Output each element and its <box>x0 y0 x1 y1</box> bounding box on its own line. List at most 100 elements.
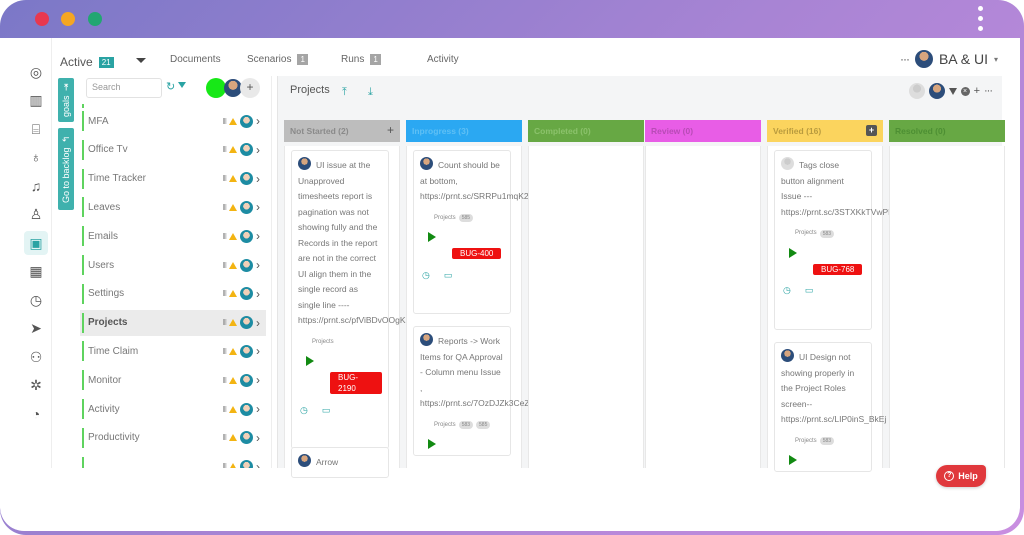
add-card-icon[interactable]: + <box>387 123 394 137</box>
project-list-item[interactable]: MFA III › <box>80 108 266 134</box>
target-icon[interactable]: ◎ <box>24 60 48 84</box>
help-button[interactable]: ? Help <box>936 465 986 487</box>
project-list-item[interactable]: Settings III › <box>80 281 266 307</box>
column-header[interactable]: Not Started (2) + <box>284 120 400 142</box>
tag-pill: 585 <box>476 421 491 430</box>
bug-id-badge[interactable]: BUG-400 <box>452 248 502 259</box>
go-to-backlog-button[interactable]: Go to backlog ↰ <box>58 128 74 210</box>
goals-button[interactable]: goals ⇥ <box>58 78 74 122</box>
project-list-item[interactable]: Users III › <box>80 252 266 278</box>
project-list-item[interactable]: Time Tracker III › <box>80 166 266 192</box>
task-card[interactable]: UI issue at the Unapproved timesheets re… <box>291 150 411 449</box>
add-card-icon[interactable]: + <box>866 125 877 136</box>
project-list-item[interactable]: Leaves III › <box>80 194 266 220</box>
chevron-right-icon[interactable]: › <box>256 258 260 272</box>
column-header[interactable]: Completed (0) <box>528 120 644 142</box>
settings-gear-icon[interactable]: ✲ <box>24 373 48 397</box>
filter-icon[interactable] <box>948 87 957 95</box>
clock-icon[interactable]: ◷ <box>783 283 791 299</box>
alarm-bell-icon[interactable]: ♫ <box>24 174 48 198</box>
task-card[interactable]: Reports -> Work Items for QA Approval - … <box>413 326 534 456</box>
column-header[interactable]: Resolved (0) <box>889 120 1005 142</box>
play-icon[interactable] <box>428 232 436 242</box>
task-card[interactable]: Tags close button alignment Issue --- ht… <box>774 150 897 330</box>
project-name: Activity <box>88 403 120 415</box>
kebab-vertical-icon[interactable] <box>978 6 984 31</box>
bug-id-badge[interactable]: BUG-768 <box>813 263 863 275</box>
idea-bulb-icon[interactable]: ♁ <box>24 145 48 169</box>
play-icon[interactable] <box>428 439 436 449</box>
tab-active[interactable]: Active 21 <box>60 55 114 69</box>
chevron-right-icon[interactable]: › <box>256 460 260 468</box>
hierarchy-icon[interactable]: ⚇ <box>24 345 48 369</box>
project-list-item[interactable]: Emails III › <box>80 223 266 249</box>
task-card[interactable]: Arrow <box>291 447 389 478</box>
column-header[interactable]: Inprogress (3) <box>406 120 522 142</box>
maximize-window-button[interactable] <box>88 12 102 26</box>
minimize-window-button[interactable] <box>61 12 75 26</box>
chevron-right-icon[interactable]: › <box>256 143 260 157</box>
tab-runs[interactable]: Runs 1 <box>341 54 381 65</box>
project-list-item[interactable]: Projects III › <box>80 309 266 336</box>
project-list-item[interactable]: Office Tv III › <box>80 137 266 163</box>
member-avatar[interactable] <box>928 83 945 99</box>
more-options-icon[interactable]: ··· <box>900 52 910 66</box>
clock-icon[interactable]: ◷ <box>422 268 430 284</box>
column-header[interactable]: Verified (16) + <box>767 120 883 142</box>
calendar-icon[interactable]: ▭ <box>805 283 814 299</box>
add-icon[interactable]: + <box>974 85 980 97</box>
task-card[interactable]: UI Design not showing properly in the Pr… <box>774 342 886 472</box>
chevron-right-icon[interactable]: › <box>256 402 260 416</box>
task-card[interactable]: Count should be at bottom, https://prnt.… <box>413 150 540 314</box>
stopwatch-icon[interactable]: ◔ <box>24 402 48 426</box>
clear-filter-icon[interactable]: × <box>960 86 970 96</box>
play-icon[interactable] <box>789 247 797 258</box>
close-window-button[interactable] <box>35 12 49 26</box>
chevron-right-icon[interactable]: › <box>256 172 260 186</box>
clock-icon[interactable]: ◷ <box>300 403 308 419</box>
column-header[interactable]: Review (0) <box>645 120 761 142</box>
send-icon[interactable]: ➤ <box>24 316 48 340</box>
project-list-item[interactable]: Activity III › <box>80 396 266 422</box>
calendar-icon[interactable]: ▭ <box>322 403 331 419</box>
bug-id-badge[interactable]: BUG-2190 <box>330 372 382 394</box>
chevron-right-icon[interactable]: › <box>256 229 260 243</box>
chevron-right-icon[interactable]: › <box>256 114 260 128</box>
search-input[interactable]: Search <box>86 78 162 98</box>
more-options-icon[interactable]: ··· <box>984 85 993 97</box>
ticket-icon[interactable]: ⌸ <box>24 117 48 141</box>
play-icon[interactable] <box>789 455 797 465</box>
briefcase-icon[interactable]: ▣ <box>24 231 48 255</box>
report-chart-icon[interactable]: ▥ <box>24 88 48 112</box>
chevron-right-icon[interactable]: › <box>256 200 260 214</box>
add-member-button[interactable]: + <box>240 78 260 98</box>
project-list-item[interactable]: Monitor III › <box>80 367 266 393</box>
calendar-icon[interactable]: ▦ <box>24 259 48 283</box>
download-icon[interactable]: ⤓ <box>368 86 373 99</box>
project-list-item[interactable]: Productivity III › <box>80 425 266 451</box>
chevron-right-icon[interactable]: › <box>256 431 260 445</box>
unassigned-avatar[interactable] <box>908 83 925 99</box>
chevron-right-icon[interactable]: › <box>256 287 260 301</box>
chevron-right-icon[interactable]: › <box>256 344 260 358</box>
chevron-right-icon[interactable]: › <box>256 316 260 330</box>
calendar-icon[interactable]: ▭ <box>444 268 453 284</box>
upload-icon[interactable]: ⤒ <box>342 86 347 99</box>
refresh-icon[interactable]: ↻ <box>166 80 175 93</box>
project-list-item[interactable]: III › <box>80 454 266 468</box>
tab-activity[interactable]: Activity <box>427 54 459 65</box>
warning-icon <box>229 232 237 240</box>
user-icon[interactable]: ♙ <box>24 202 48 226</box>
tab-label: Scenarios <box>247 54 292 65</box>
alarm-clock-icon[interactable]: ◷ <box>24 288 48 312</box>
filter-icon[interactable] <box>178 82 186 88</box>
active-dropdown-toggle[interactable] <box>136 58 146 63</box>
tab-scenarios[interactable]: Scenarios 1 <box>247 54 308 65</box>
status-bar <box>82 456 84 468</box>
play-icon[interactable] <box>306 356 314 366</box>
user-menu[interactable]: ··· BA & UI ▾ <box>900 50 998 68</box>
owner-avatar <box>240 344 253 358</box>
project-list-item[interactable]: Time Claim III › <box>80 338 266 364</box>
chevron-right-icon[interactable]: › <box>256 373 260 387</box>
tab-documents[interactable]: Documents <box>170 54 221 65</box>
